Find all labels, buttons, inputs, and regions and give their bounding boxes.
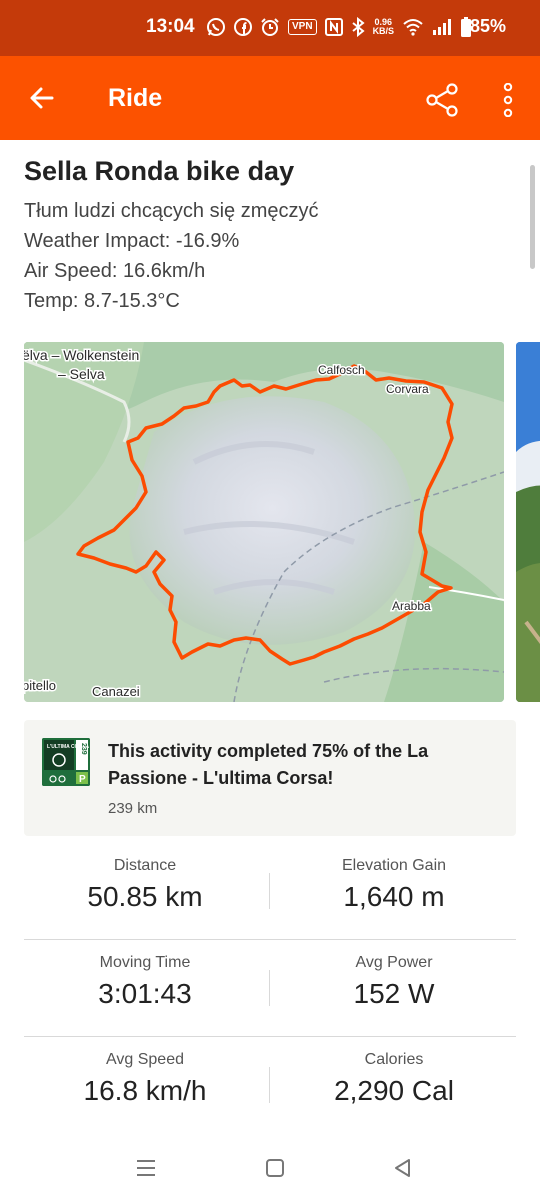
- activity-description-line: Air Speed: 16.6km/h: [24, 260, 206, 282]
- signal-icon: [432, 19, 452, 35]
- map-label-corvara: Corvara: [386, 382, 429, 396]
- divider: [24, 939, 516, 940]
- stat-label: Distance: [113, 857, 177, 874]
- net-speed-unit: KB/S: [372, 26, 395, 36]
- stat-avg-speed: Avg Speed 16.8 km/h: [22, 1051, 268, 1107]
- stat-value: 1,640 m: [343, 881, 445, 912]
- stat-label: Avg Power: [355, 954, 433, 971]
- map-label-colfosco: Calfosch: [318, 363, 365, 377]
- activity-description-line: Temp: 8.7-15.3°C: [24, 290, 180, 312]
- recent-apps-icon: [137, 1160, 155, 1176]
- status-time: 13:04: [146, 16, 195, 37]
- whatsapp-icon: [206, 17, 226, 37]
- recent-apps-button[interactable]: [126, 1152, 166, 1184]
- stat-moving-time: Moving Time 3:01:43: [22, 954, 268, 1010]
- route-map[interactable]: ëlva – Wolkenstein – Selva Calfosch Corv…: [24, 342, 504, 702]
- challenge-text: This activity completed 75% of the La Pa…: [108, 741, 429, 788]
- map-label-selva-1: ëlva – Wolkenstein: [24, 347, 139, 363]
- divider: [269, 1067, 270, 1103]
- divider: [269, 873, 270, 909]
- stat-value: 152 W: [353, 978, 435, 1009]
- stat-label: Moving Time: [99, 954, 191, 971]
- stat-avg-power: Avg Power 152 W: [271, 954, 517, 1010]
- stat-value: 16.8 km/h: [83, 1075, 207, 1106]
- facebook-icon: [234, 18, 252, 36]
- home-button[interactable]: [255, 1152, 295, 1184]
- nfc-icon: [324, 18, 343, 36]
- stat-label: Elevation Gain: [341, 857, 447, 874]
- back-button[interactable]: [22, 78, 62, 118]
- map-label-arabba: Arabba: [392, 599, 431, 613]
- activity-title: Sella Ronda bike day: [24, 156, 295, 186]
- map-label-canazei: Canazei: [92, 684, 140, 699]
- system-nav-bar: [0, 1140, 540, 1200]
- battery-percent: 85%: [470, 16, 507, 36]
- challenge-card[interactable]: L'ULTIMA CORSA 239 P This activity compl…: [24, 720, 516, 836]
- wifi-icon: [402, 18, 424, 36]
- back-nav-button[interactable]: [383, 1152, 423, 1184]
- badge-km: 239: [80, 743, 87, 755]
- divider: [24, 1036, 516, 1037]
- share-icon: [426, 83, 458, 117]
- stat-label: Avg Speed: [106, 1051, 184, 1068]
- activity-photo[interactable]: [516, 342, 540, 702]
- status-icons: VPN 0.96 KB/S: [206, 14, 472, 40]
- home-icon: [266, 1159, 284, 1177]
- bluetooth-icon: [351, 17, 365, 37]
- stat-value: 50.85 km: [87, 881, 203, 912]
- stat-calories: Calories 2,290 Cal: [271, 1051, 517, 1107]
- stat-elevation-gain: Elevation Gain 1,640 m: [271, 857, 517, 913]
- challenge-badge: L'ULTIMA CORSA 239 P: [42, 738, 90, 786]
- map-massif: [129, 396, 416, 645]
- activity-description-line: Weather Impact: -16.9%: [24, 230, 240, 252]
- scrollbar[interactable]: [530, 165, 535, 269]
- page-title: Ride: [108, 84, 163, 112]
- back-arrow-icon: [30, 87, 54, 109]
- back-icon: [395, 1159, 410, 1177]
- stat-value: 3:01:43: [98, 978, 192, 1009]
- divider: [269, 970, 270, 1006]
- net-speed: 0.96 KB/S: [373, 18, 395, 36]
- more-vertical-icon: [503, 83, 513, 117]
- app-bar: Ride: [0, 56, 540, 140]
- more-options-button[interactable]: [492, 78, 524, 122]
- stat-distance: Distance 50.85 km: [22, 857, 268, 913]
- alarm-icon: [260, 17, 280, 37]
- challenge-distance: 239 km: [108, 800, 158, 817]
- stat-label: Calories: [364, 1051, 424, 1068]
- vpn-icon: VPN: [288, 19, 317, 35]
- badge-letter: P: [79, 774, 86, 785]
- map-label-selva-2: – Selva: [58, 366, 105, 382]
- stat-value: 2,290 Cal: [334, 1075, 454, 1106]
- status-bar: 13:04 VPN 0.96 KB/S 85%: [0, 0, 540, 56]
- map-label-campitello: pitello: [24, 678, 56, 693]
- share-button[interactable]: [420, 78, 464, 122]
- activity-description-line: Tłum ludzi chcących się zmęczyć: [24, 200, 319, 222]
